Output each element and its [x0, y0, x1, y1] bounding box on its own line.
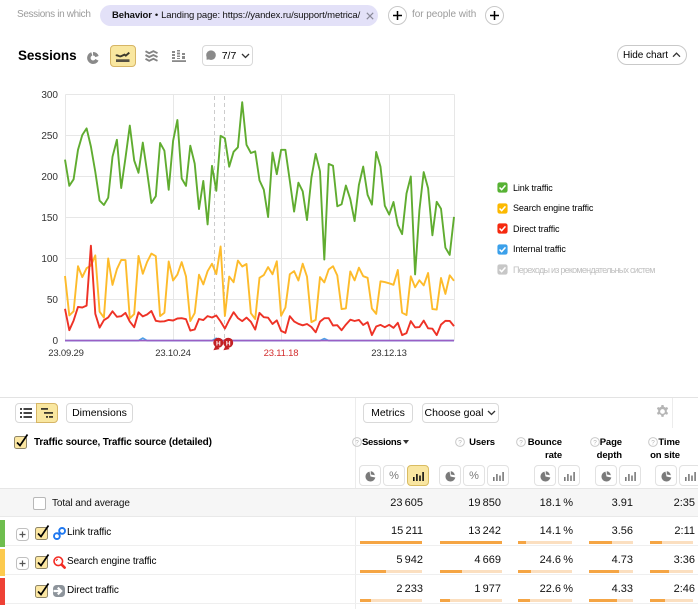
- svg-text:100: 100: [41, 254, 58, 265]
- svg-text:?: ?: [355, 439, 359, 446]
- svg-text:23.09.29: 23.09.29: [48, 348, 83, 359]
- svg-text:150: 150: [41, 213, 58, 224]
- svg-text:250: 250: [41, 131, 58, 142]
- svg-text:23.10.24: 23.10.24: [155, 348, 190, 359]
- svg-text:50: 50: [47, 295, 59, 306]
- svg-text:0: 0: [52, 336, 58, 347]
- svg-text:H: H: [226, 340, 231, 347]
- svg-text:200: 200: [41, 172, 58, 183]
- svg-text:H: H: [216, 340, 221, 347]
- svg-text:23.11.18: 23.11.18: [264, 348, 299, 359]
- svg-text:23.12.13: 23.12.13: [371, 348, 406, 359]
- svg-text:?: ?: [458, 439, 462, 446]
- svg-text:300: 300: [41, 90, 58, 101]
- svg-text:?: ?: [519, 439, 523, 446]
